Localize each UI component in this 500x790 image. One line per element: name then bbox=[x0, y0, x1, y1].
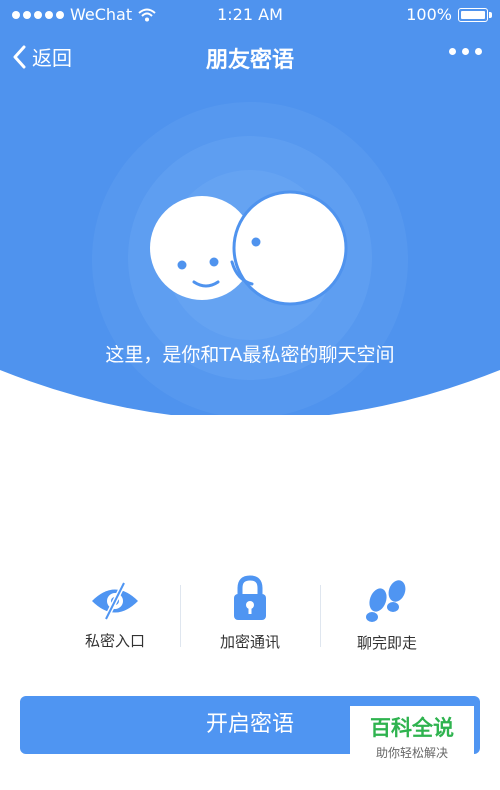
feature-label: 私密入口 bbox=[84, 632, 145, 650]
lock-icon bbox=[234, 575, 266, 620]
feature-label: 聊完即走 bbox=[356, 634, 417, 652]
page-title: 朋友密语 bbox=[205, 48, 294, 73]
feature-chat-and-go: 聊完即走 bbox=[327, 578, 447, 653]
eye-slash-icon bbox=[92, 581, 138, 621]
watermark-subtitle: 助你轻松解决 bbox=[375, 746, 448, 760]
two-faces-illustration bbox=[150, 190, 348, 306]
feature-encrypted: 加密通讯 bbox=[190, 575, 310, 652]
watermark: 百科全说 助你轻松解决 bbox=[350, 706, 474, 764]
divider bbox=[180, 585, 181, 647]
feature-list: 私密入口 加密通讯 聊完即走 bbox=[0, 575, 500, 655]
feature-label: 加密通讯 bbox=[219, 633, 280, 651]
nav-bar: 返回 朋友密语 bbox=[0, 36, 500, 80]
more-options-button[interactable] bbox=[449, 48, 482, 55]
hero-section: WeChat 1:21 AM 100% 返回 朋友密语 这里，是你和TA最私密的… bbox=[0, 0, 500, 415]
divider bbox=[320, 585, 321, 647]
footprints-icon bbox=[366, 580, 406, 622]
feature-private-entry: 私密入口 bbox=[55, 580, 175, 651]
battery-percent: 100% bbox=[406, 5, 452, 24]
battery-icon bbox=[458, 7, 492, 22]
watermark-title: 百科全说 bbox=[370, 716, 454, 740]
status-bar: WeChat 1:21 AM 100% bbox=[0, 0, 500, 30]
more-dots-icon bbox=[449, 48, 456, 55]
hero-tagline: 这里，是你和TA最私密的聊天空间 bbox=[105, 344, 395, 366]
